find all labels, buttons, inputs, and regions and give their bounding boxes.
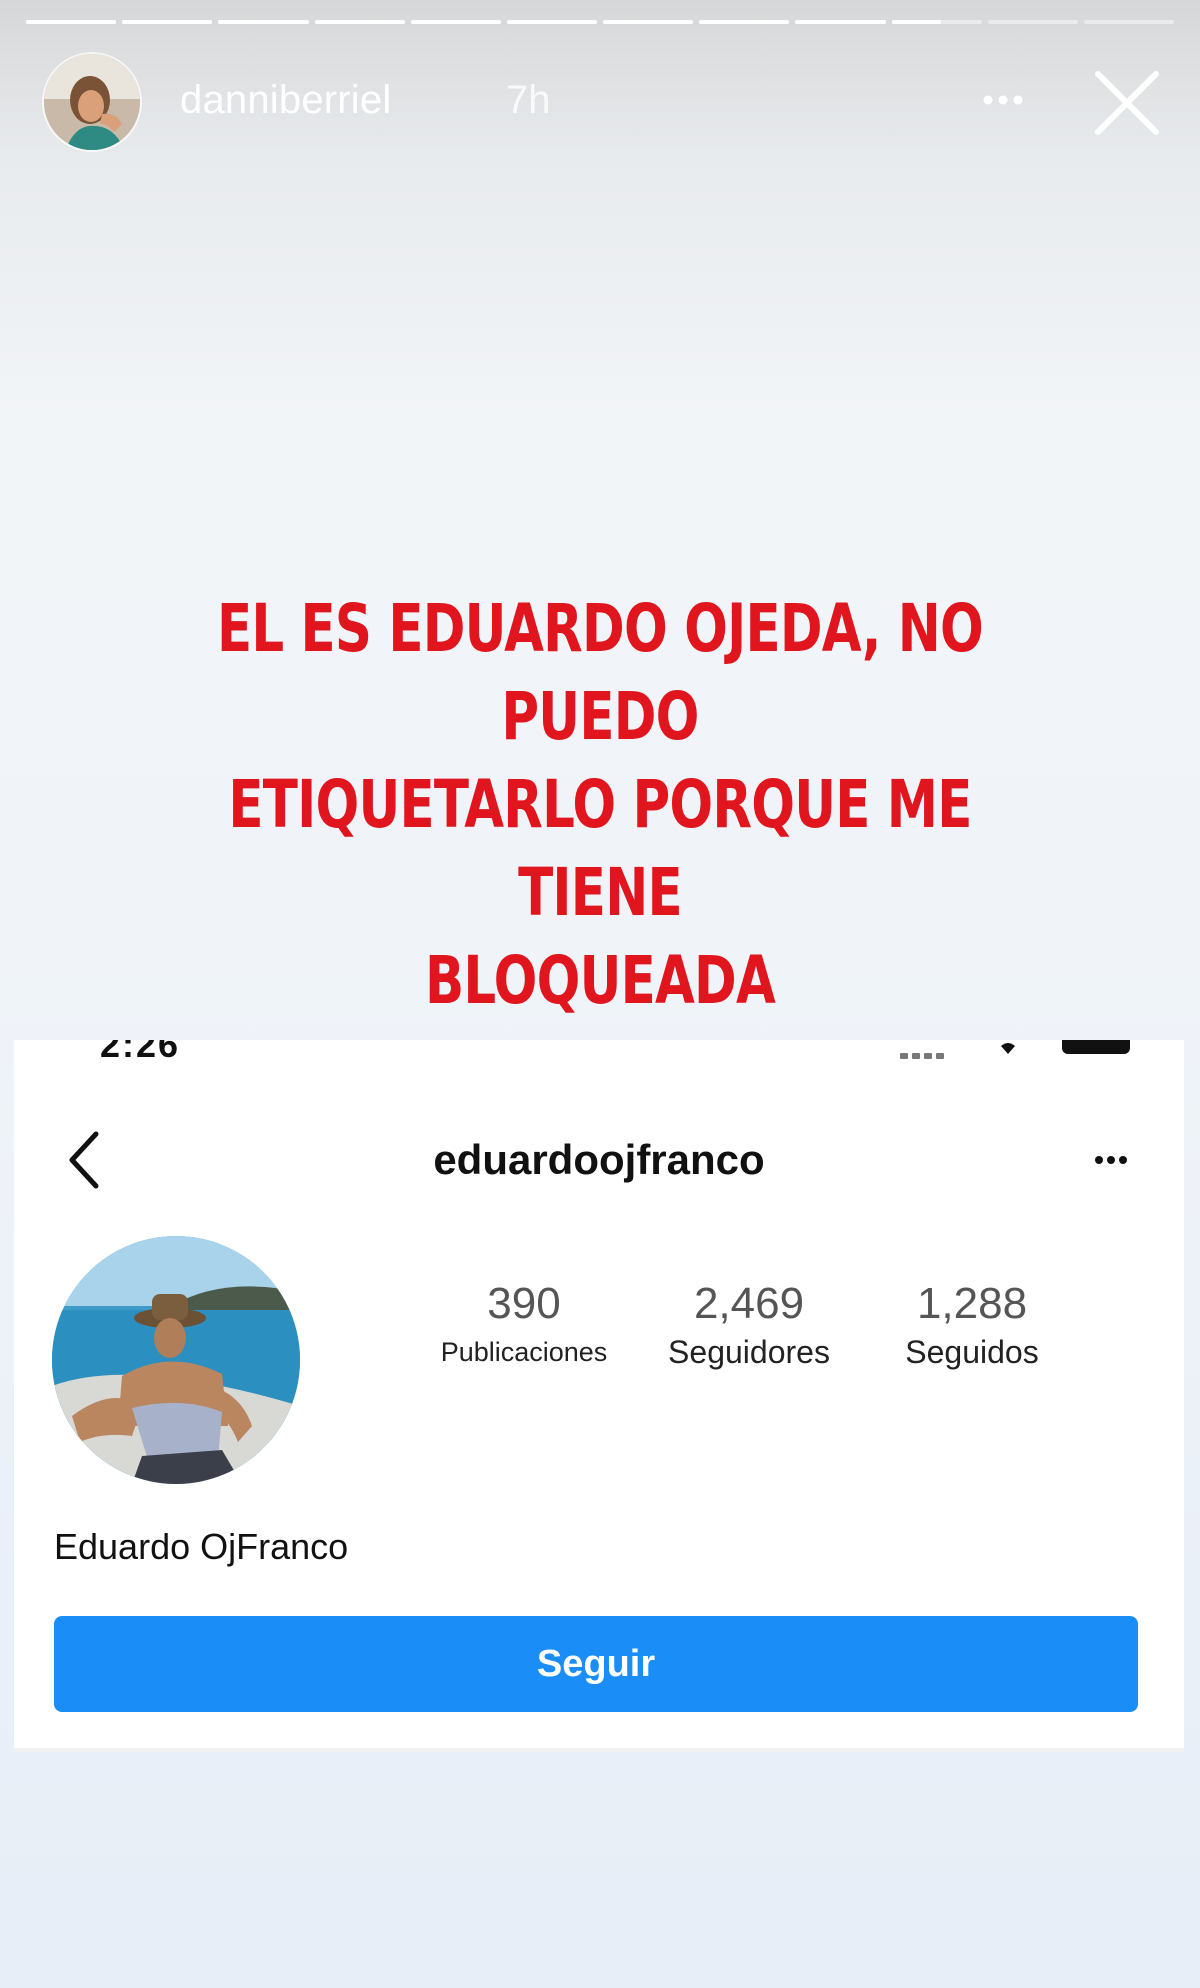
battery-icon	[1062, 1040, 1130, 1054]
progress-segment	[987, 20, 1078, 24]
progress-fill	[410, 20, 501, 24]
progress-fill	[699, 20, 790, 24]
caption-line: BLOQUEADA	[424, 942, 776, 1019]
story-caption: EL ES EDUARDO OJEDA, NO PUEDO ETIQUETARL…	[179, 585, 1021, 1025]
progress-segment	[506, 20, 598, 24]
story-header: danniberriel 7h	[42, 48, 1174, 158]
progress-fill	[314, 20, 405, 24]
status-bar-time: 2:26	[100, 1040, 181, 1065]
follow-button[interactable]: Seguir	[54, 1616, 1138, 1712]
profile-stats: 390 Publicaciones 2,469 Seguidores 1,288…	[414, 1276, 1104, 1386]
caption-line: EL ES EDUARDO OJEDA, NO PUEDO	[216, 590, 984, 755]
stat-label: Seguidos	[905, 1334, 1039, 1370]
progress-fill	[891, 20, 942, 24]
following-count[interactable]: 1,288 Seguidos	[872, 1276, 1072, 1372]
story-timestamp: 7h	[506, 78, 551, 122]
stat-label: Publicaciones	[440, 1337, 608, 1367]
progress-segment	[1083, 20, 1175, 24]
more-horizontal-icon	[1095, 1156, 1127, 1164]
progress-segment	[603, 20, 694, 24]
profile-screenshot: 2:26 eduardoojfranco 390 Publicaciones 2…	[14, 1040, 1184, 1752]
more-horizontal-icon	[983, 95, 1023, 105]
wifi-icon	[1001, 1043, 1015, 1054]
profile-username: eduardoojfranco	[433, 1136, 765, 1183]
story-author-avatar[interactable]	[42, 52, 142, 152]
progress-segment	[410, 20, 501, 24]
progress-fill	[603, 20, 694, 24]
caption-line: ETIQUETARLO PORQUE ME TIENE	[228, 766, 972, 931]
story-username[interactable]: danniberriel	[180, 78, 391, 123]
more-options-button[interactable]	[968, 76, 1038, 124]
status-bar-icons	[900, 1040, 1130, 1059]
close-story-button[interactable]	[1090, 66, 1164, 140]
progress-fill	[218, 20, 309, 24]
progress-segment	[218, 20, 309, 24]
signal-icon	[900, 1046, 960, 1059]
divider	[14, 1748, 1184, 1752]
progress-segment	[795, 20, 886, 24]
progress-segment	[891, 20, 982, 24]
followers-count[interactable]: 2,469 Seguidores	[644, 1276, 854, 1372]
profile-full-name: Eduardo OjFranco	[54, 1526, 349, 1567]
progress-fill	[122, 20, 213, 24]
profile-avatar[interactable]	[52, 1236, 300, 1484]
progress-fill	[26, 20, 117, 24]
stat-label: Seguidores	[668, 1334, 830, 1370]
progress-segment	[314, 20, 405, 24]
stat-value: 390	[487, 1279, 561, 1328]
story-progress-bar	[26, 20, 1175, 25]
posts-count[interactable]: 390 Publicaciones	[414, 1276, 634, 1372]
stat-value: 2,469	[693, 1279, 805, 1328]
progress-fill	[795, 20, 886, 24]
progress-segment	[26, 20, 117, 24]
stat-value: 1,288	[916, 1279, 1028, 1328]
progress-segment	[699, 20, 790, 24]
close-icon	[1095, 71, 1159, 135]
progress-segment	[122, 20, 213, 24]
profile-menu-button[interactable]	[1076, 1140, 1146, 1180]
progress-fill	[506, 20, 598, 24]
